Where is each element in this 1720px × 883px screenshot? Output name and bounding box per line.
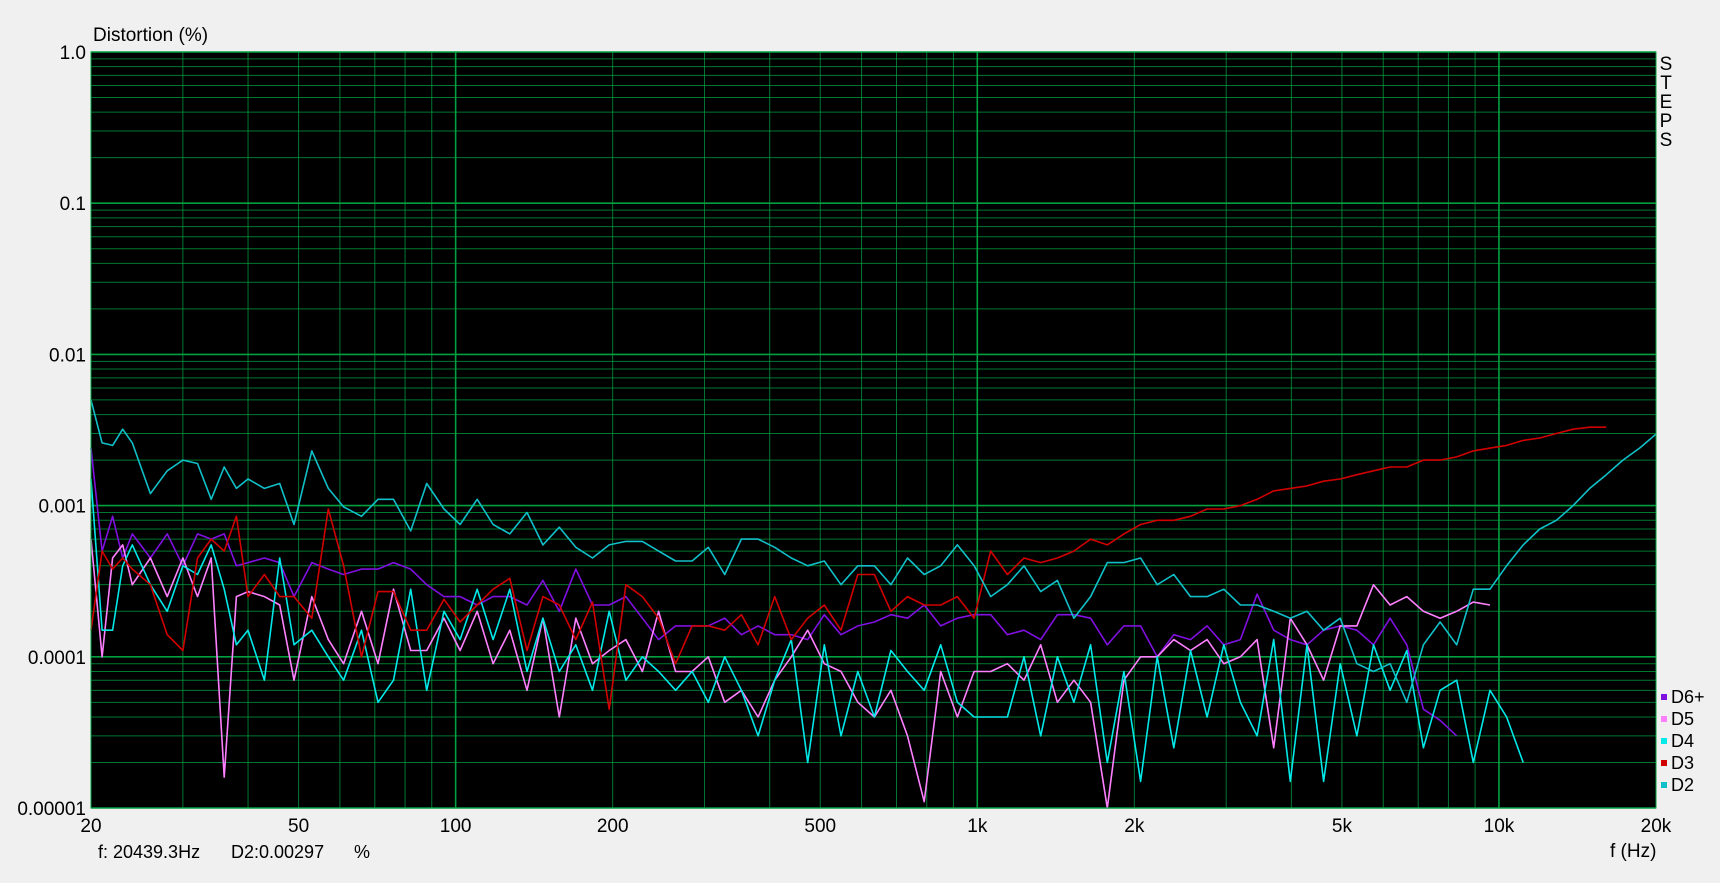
y-tick-label: 1.0 [60,43,86,64]
y-tick-label: 0.0001 [28,648,86,669]
side-label-letter: T [1660,73,1672,94]
side-label-letter: S [1660,54,1673,75]
x-tick-label: 10k [1484,816,1515,837]
legend-label: D6+ [1671,687,1705,707]
legend-swatch [1661,738,1667,744]
y-tick-label: 0.00001 [17,799,86,820]
side-label-letter: S [1660,130,1673,151]
y-tick-label: 0.01 [49,345,86,366]
legend-label: D5 [1671,709,1694,729]
plot-area[interactable] [91,52,1656,808]
x-axis-label: f (Hz) [1610,841,1656,862]
x-tick-label: 100 [440,816,472,837]
legend-swatch [1661,694,1667,700]
x-tick-label: 500 [804,816,836,837]
legend-label: D3 [1671,753,1694,773]
legend-label: D4 [1671,731,1694,751]
x-tick-label: 2k [1124,816,1145,837]
distortion-chart: Distortion (%) 20 50 100 200 500 1k 2k 5k 10k 20k… [17,25,1705,862]
x-tick-label: 200 [597,816,629,837]
y-axis-label: Distortion (%) [93,25,208,46]
x-tick-labels: 20 50 100 200 500 1k 2k 5k 10k 20k [80,816,1671,837]
legend: D6+D5D4D3D2 [1661,687,1705,795]
x-tick-label: 50 [288,816,309,837]
legend-swatch [1661,760,1667,766]
side-label-letter: P [1660,111,1673,132]
legend-swatch [1661,782,1667,788]
y-tick-label: 0.001 [38,497,86,518]
status-value: D2:0.00297 [231,842,324,862]
x-tick-label: 1k [967,816,988,837]
legend-label: D2 [1671,775,1694,795]
y-tick-labels: 1.0 0.1 0.01 0.001 0.0001 0.00001 [17,43,86,820]
x-tick-label: 5k [1332,816,1353,837]
status-frequency: f: 20439.3Hz [98,842,200,862]
y-tick-label: 0.1 [60,194,86,215]
side-label-steps: STEPS [1660,54,1673,151]
side-label-letter: E [1660,92,1673,113]
status-unit: % [354,842,370,862]
legend-swatch [1661,716,1667,722]
x-tick-label: 20k [1641,816,1672,837]
